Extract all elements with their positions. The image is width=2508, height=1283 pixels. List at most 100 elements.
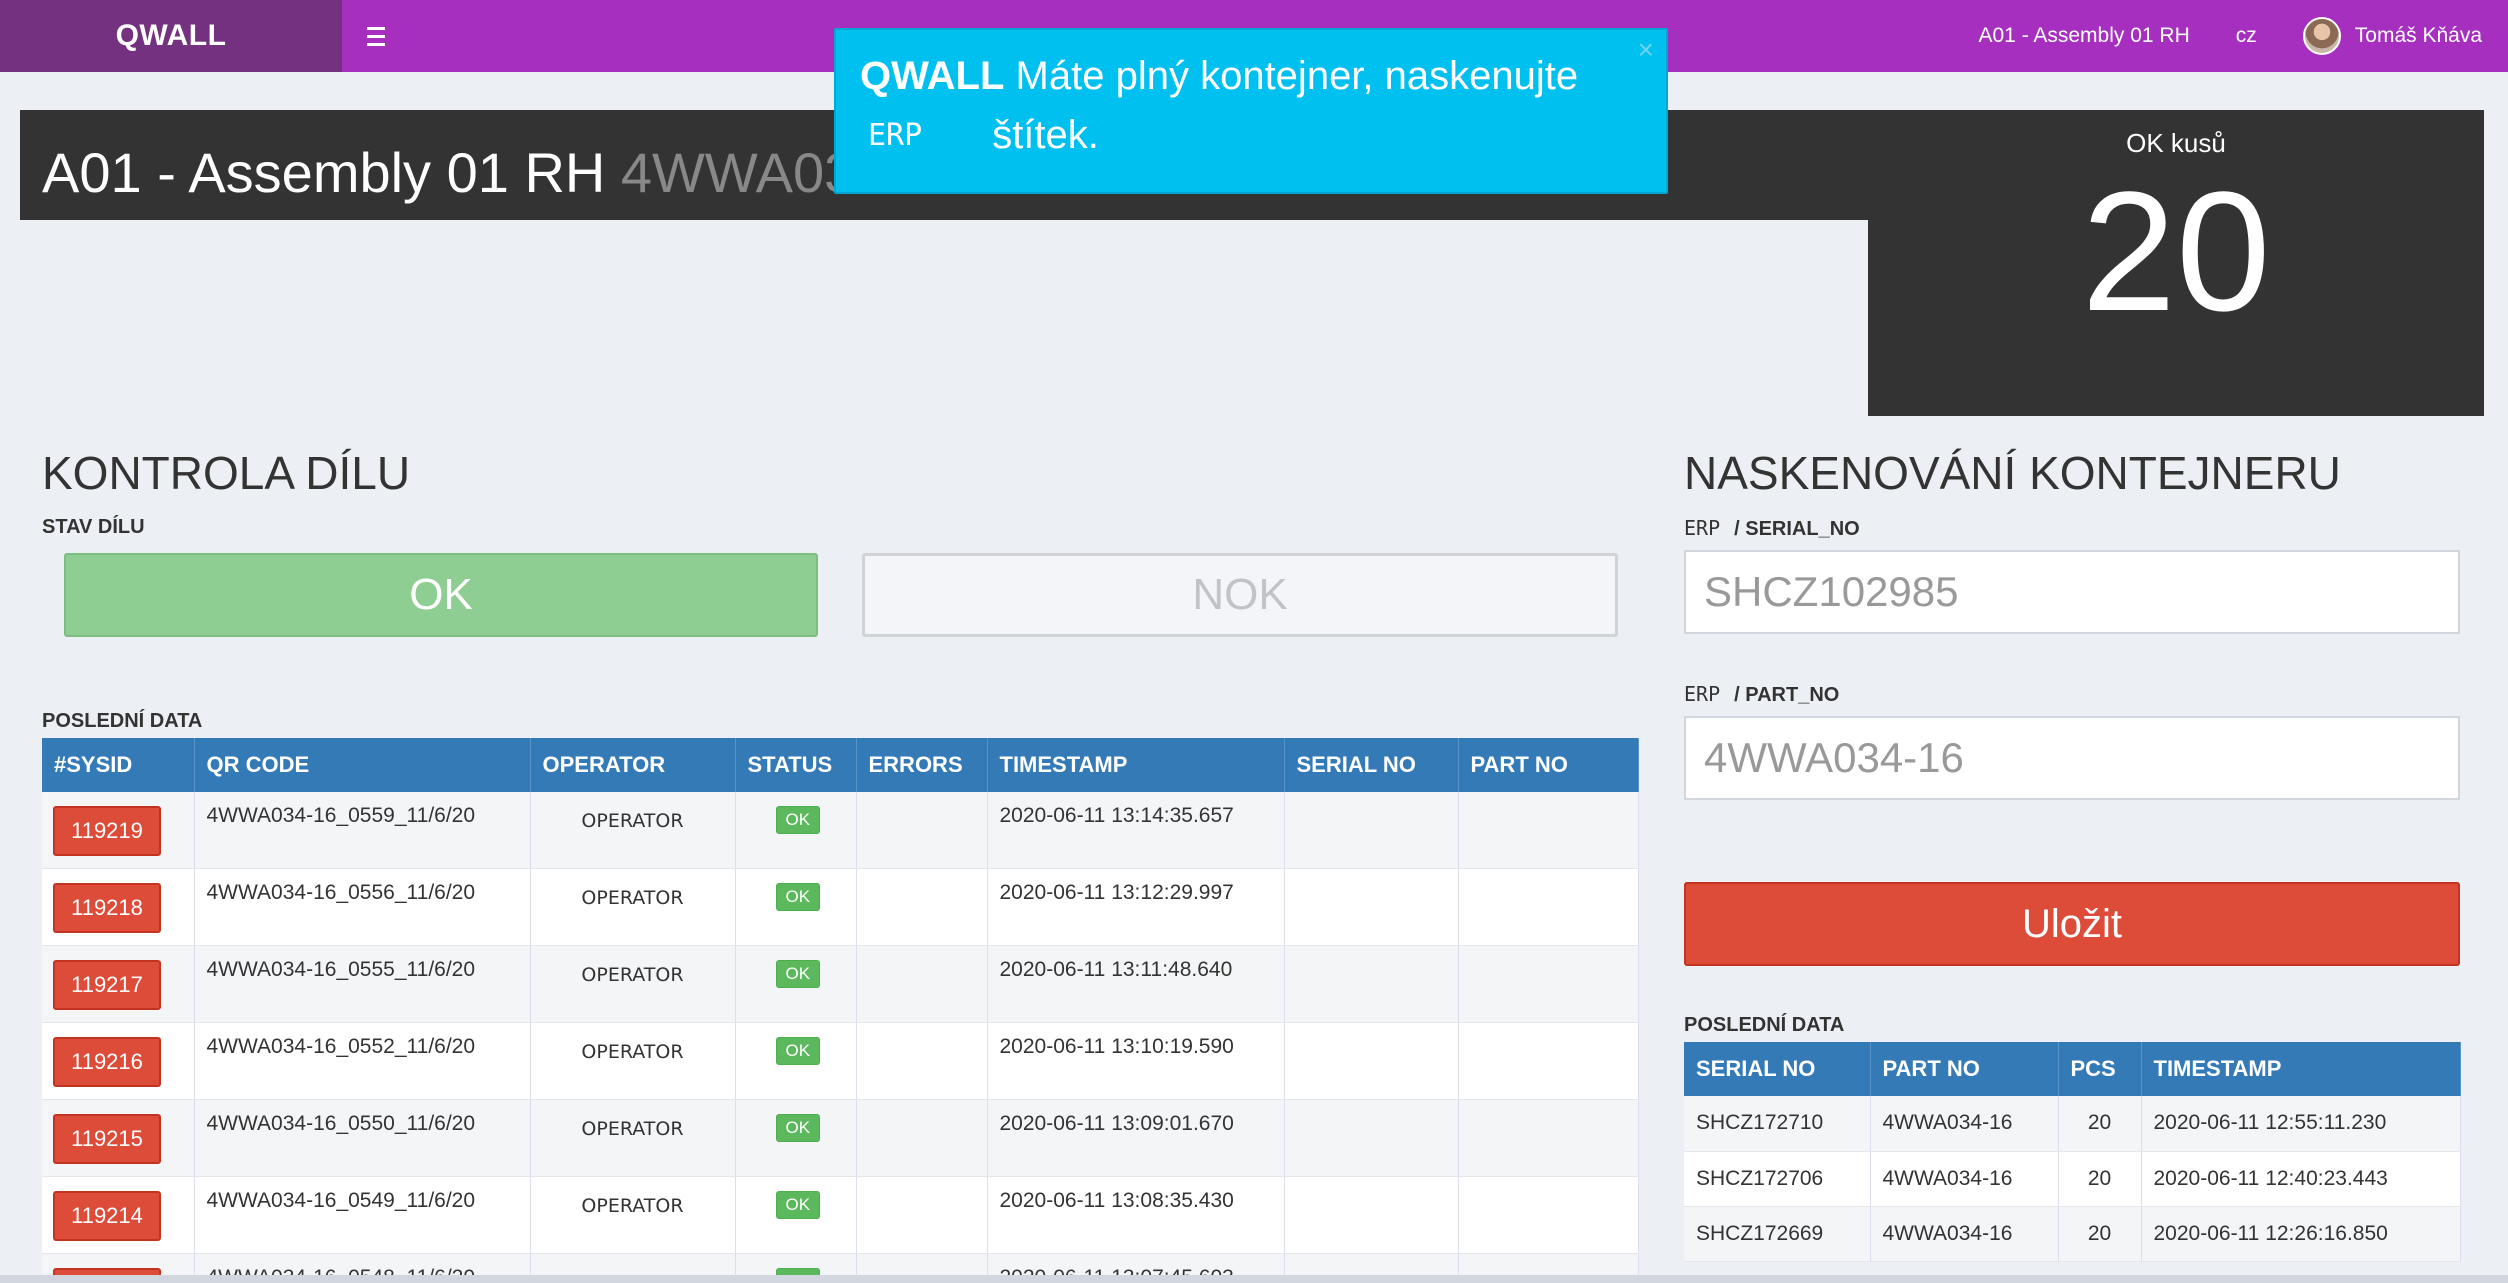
column-header[interactable]: STATUS <box>735 738 857 792</box>
operator-cell: OPERATOR <box>530 1099 736 1177</box>
part-no-cell <box>1458 1022 1639 1100</box>
brand-logo[interactable]: QWALL <box>0 0 342 72</box>
table-row[interactable]: 119214 4WWA034-16_0549_11/6/20 OPERATOR OK 2… <box>42 1176 1639 1254</box>
scrollbar-track[interactable] <box>0 1275 2508 1283</box>
operator-value: OPERATOR <box>581 964 684 986</box>
qr-code-cell: 4WWA034-16_0555_11/6/20 <box>194 945 531 1023</box>
sysid-cell: 119215 <box>42 1099 195 1177</box>
errors-cell <box>856 1099 988 1177</box>
operator-value: OPERATOR <box>581 1118 684 1140</box>
part-no-caption: / PART_NO <box>1734 684 1840 706</box>
part-data-table: #SYSID QR CODE OPERATOR STATUS ERRORS TI… <box>42 738 1639 1283</box>
serial-no-input[interactable]: SHCZ102985 <box>1684 550 2460 634</box>
station-link[interactable]: A01 - Assembly 01 RH <box>1979 24 2190 48</box>
part-no-cell <box>1458 1176 1639 1254</box>
qr-code-cell: 4WWA034-16_0556_11/6/20 <box>194 868 531 946</box>
timestamp-cell: 2020-06-11 12:40:23.443 <box>2141 1151 2461 1207</box>
sysid-button[interactable]: 119214 <box>53 1191 161 1241</box>
ok-button[interactable]: OK <box>64 553 818 637</box>
table-row[interactable]: 119216 4WWA034-16_0552_11/6/20 OPERATOR OK 2… <box>42 1022 1639 1100</box>
ok-counter-box: OK kusů 20 <box>1868 110 2484 416</box>
serial-no-cell: SHCZ172706 <box>1684 1151 1871 1207</box>
column-header[interactable]: SERIAL NO <box>1684 1042 1871 1096</box>
timestamp-cell: 2020-06-11 13:12:29.997 <box>987 868 1285 946</box>
part-no-cell: 4WWA034-16 <box>1870 1096 2059 1152</box>
part-no-cell <box>1458 945 1639 1023</box>
column-header[interactable]: #SYSID <box>42 738 195 792</box>
part-no-cell <box>1458 1099 1639 1177</box>
errors-cell <box>856 1022 988 1100</box>
table-row[interactable]: SHCZ172669 4WWA034-16 20 2020-06-11 12:26:1… <box>1684 1206 2461 1262</box>
status-badge: OK <box>775 883 821 911</box>
timestamp-cell: 2020-06-11 13:10:19.590 <box>987 1022 1285 1100</box>
column-header[interactable]: SERIAL NO <box>1284 738 1459 792</box>
column-header[interactable]: OPERATOR <box>530 738 736 792</box>
timestamp-cell: 2020-06-11 13:08:35.430 <box>987 1176 1285 1254</box>
serial-no-caption: / SERIAL_NO <box>1734 518 1860 540</box>
station-name: A01 - Assembly 01 RH <box>42 141 606 204</box>
part-no-cell <box>1458 868 1639 946</box>
column-header[interactable]: PART NO <box>1458 738 1639 792</box>
user-name[interactable]: Tomáš Kňáva <box>2355 24 2482 48</box>
status-cell: OK <box>735 1099 857 1177</box>
notification-brand: QWALL <box>860 54 1005 98</box>
part-no-cell: 4WWA034-16 <box>1870 1151 2059 1207</box>
timestamp-cell: 2020-06-11 13:09:01.670 <box>987 1099 1285 1177</box>
menu-toggle-icon[interactable] <box>358 18 394 54</box>
close-icon[interactable]: × <box>1638 34 1654 66</box>
part-state-label: STAV DÍLU <box>42 516 145 538</box>
table-row[interactable]: 119218 4WWA034-16_0556_11/6/20 OPERATOR OK 2… <box>42 868 1639 946</box>
part-no-cell: 4WWA034-16 <box>1870 1206 2059 1262</box>
serial-no-cell <box>1284 868 1459 946</box>
qr-code-cell: 4WWA034-16_0559_11/6/20 <box>194 792 531 869</box>
status-badge: OK <box>775 1037 821 1065</box>
sysid-cell: 119214 <box>42 1176 195 1254</box>
save-button[interactable]: Uložit <box>1684 882 2460 966</box>
notification-popup: × QWALL Máte plný kontejner, naskenujte … <box>834 28 1668 194</box>
status-cell: OK <box>735 945 857 1023</box>
sysid-button[interactable]: 119219 <box>53 806 161 856</box>
status-cell: OK <box>735 792 857 869</box>
sysid-button[interactable]: 119215 <box>53 1114 161 1164</box>
language-switch[interactable]: cz <box>2236 24 2257 48</box>
navbar-right: A01 - Assembly 01 RH cz Tomáš Kňáva <box>1979 0 2482 72</box>
serial-no-cell <box>1284 1176 1459 1254</box>
notification-message-1: Máte plný kontejner, naskenujte <box>1015 54 1579 98</box>
column-header[interactable]: PART NO <box>1870 1042 2059 1096</box>
operator-cell: OPERATOR <box>530 1176 736 1254</box>
operator-cell: OPERATOR <box>530 792 736 869</box>
notification-erp: ERP <box>868 118 923 153</box>
errors-cell <box>856 868 988 946</box>
table-row[interactable]: SHCZ172706 4WWA034-16 20 2020-06-11 12:40:2… <box>1684 1151 2461 1207</box>
table-row[interactable]: 119215 4WWA034-16_0550_11/6/20 OPERATOR OK 2… <box>42 1099 1639 1177</box>
part-check-title: KONTROLA DÍLU <box>42 447 411 499</box>
nok-button[interactable]: NOK <box>862 553 1618 637</box>
serial-no-cell <box>1284 1099 1459 1177</box>
status-badge: OK <box>775 1191 821 1219</box>
column-header[interactable]: PCS <box>2058 1042 2142 1096</box>
column-header[interactable]: TIMESTAMP <box>987 738 1285 792</box>
ok-counter-value: 20 <box>2081 157 2271 347</box>
table-row[interactable]: 119217 4WWA034-16_0555_11/6/20 OPERATOR OK 2… <box>42 945 1639 1023</box>
user-avatar[interactable] <box>2302 17 2341 55</box>
column-header[interactable]: QR CODE <box>194 738 531 792</box>
timestamp-cell: 2020-06-11 12:55:11.230 <box>2141 1096 2461 1152</box>
sysid-button[interactable]: 119218 <box>53 883 161 933</box>
ok-counter-label: OK kusů <box>2126 128 2226 158</box>
errors-cell <box>856 792 988 869</box>
errors-cell <box>856 1176 988 1254</box>
table-header-row: SERIAL NO PART NO PCS TIMESTAMP <box>1684 1042 2461 1096</box>
column-header[interactable]: ERRORS <box>856 738 988 792</box>
operator-value: OPERATOR <box>581 1041 684 1063</box>
table-row[interactable]: 119219 4WWA034-16_0559_11/6/20 OPERATOR OK 2… <box>42 792 1639 869</box>
station-title: A01 - Assembly 01 RH 4WWA034-16 <box>42 140 967 205</box>
table-row[interactable]: SHCZ172710 4WWA034-16 20 2020-06-11 12:55:1… <box>1684 1096 2461 1152</box>
container-recent-label: POSLEDNÍ DATA <box>1684 1014 1845 1036</box>
sysid-cell: 119217 <box>42 945 195 1023</box>
column-header[interactable]: TIMESTAMP <box>2141 1042 2461 1096</box>
qr-code-cell: 4WWA034-16_0549_11/6/20 <box>194 1176 531 1254</box>
sysid-button[interactable]: 119216 <box>53 1037 161 1087</box>
sysid-button[interactable]: 119217 <box>53 960 161 1010</box>
part-no-input[interactable]: 4WWA034-16 <box>1684 716 2460 800</box>
serial-no-cell: SHCZ172669 <box>1684 1206 1871 1262</box>
